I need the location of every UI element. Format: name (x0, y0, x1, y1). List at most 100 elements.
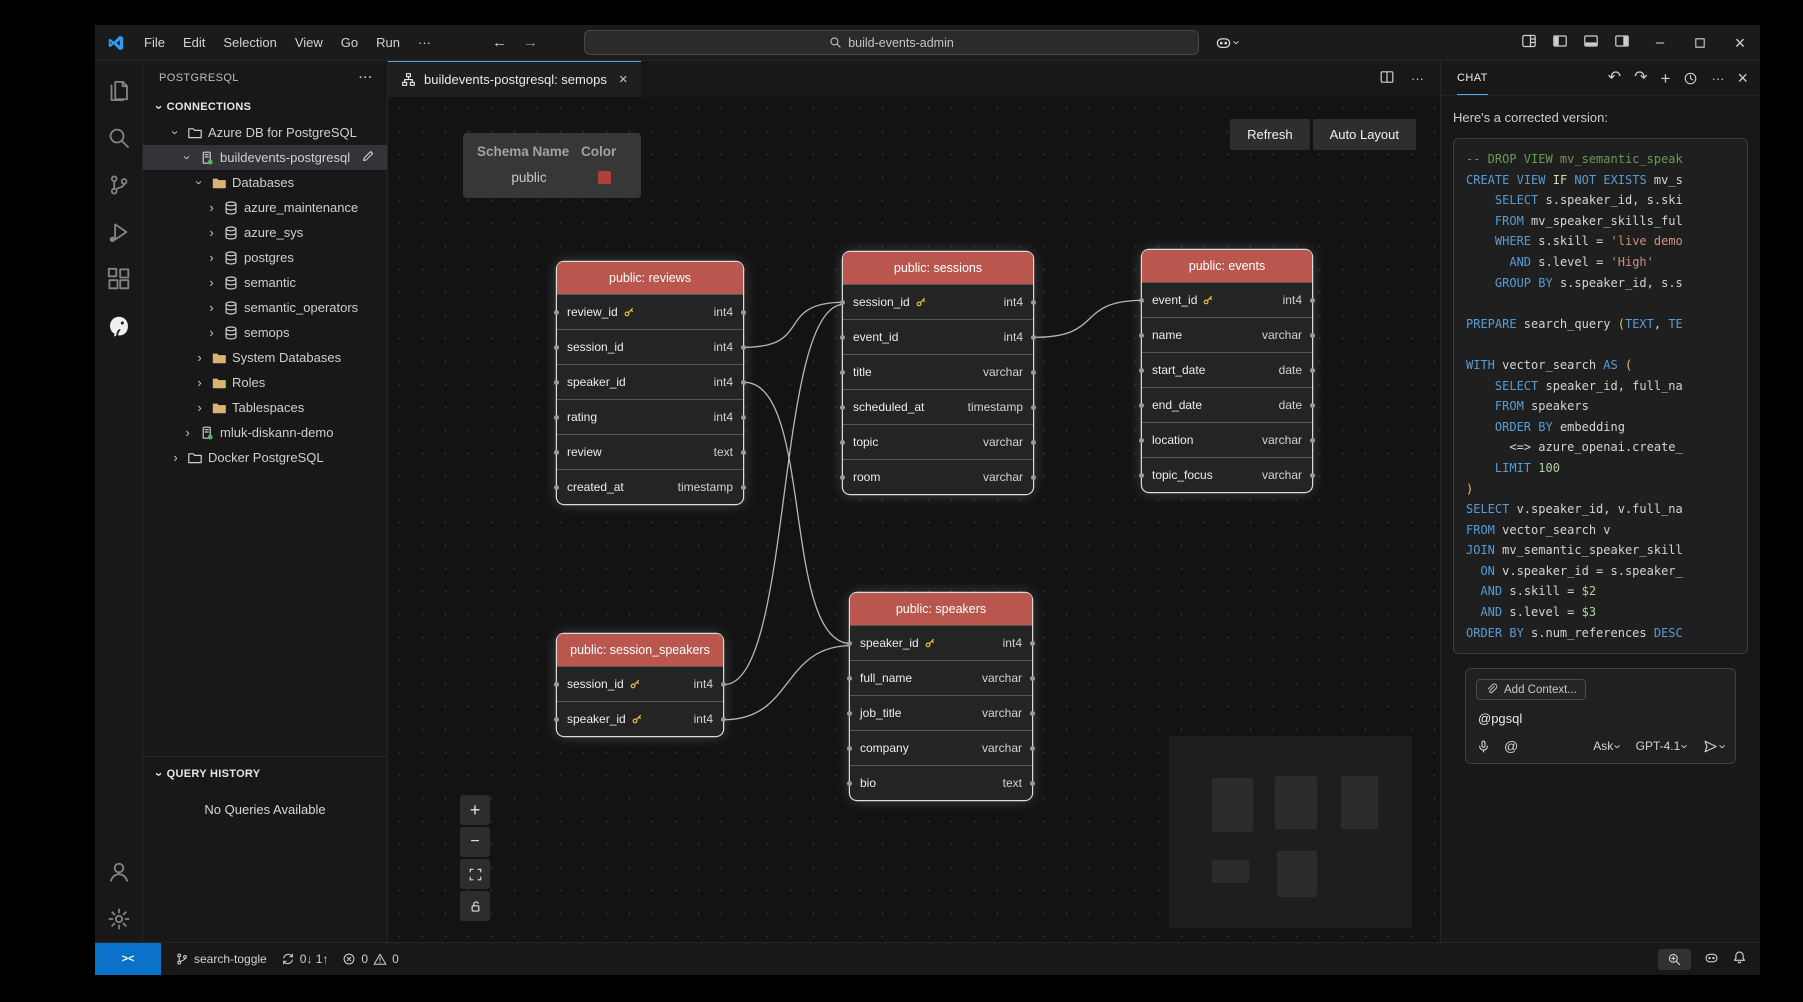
history-icon[interactable] (1683, 71, 1698, 86)
menu-view[interactable]: View (286, 31, 332, 54)
tree-item-semops[interactable]: ›semops (143, 320, 387, 345)
menu-selection[interactable]: Selection (214, 31, 285, 54)
connector-dot (1030, 781, 1035, 786)
mic-icon[interactable] (1476, 739, 1491, 754)
tree-item-postgres[interactable]: ›postgres (143, 245, 387, 270)
settings-icon[interactable] (95, 895, 143, 942)
lock-button[interactable] (460, 891, 490, 921)
tree-item-buildevents-postgresql[interactable]: ›buildevents-postgresql (143, 145, 387, 170)
new-chat-icon[interactable]: + (1661, 70, 1671, 87)
send-button[interactable]: › (1703, 739, 1725, 754)
copilot-menu[interactable]: › (1215, 34, 1239, 51)
menu-more-icon[interactable]: ··· (409, 31, 440, 54)
bell-button[interactable] (1732, 950, 1747, 968)
primary-key-icon (631, 713, 643, 725)
mode-dropdown[interactable]: Ask › (1593, 739, 1620, 753)
close-icon[interactable]: × (1737, 69, 1748, 87)
status-bar-right (1658, 949, 1760, 970)
table-field-full_name: full_namevarchar (850, 660, 1032, 695)
field-type: timestamp (678, 480, 733, 494)
menu-file[interactable]: File (135, 31, 174, 54)
minimap[interactable] (1169, 736, 1412, 928)
chevron-right-icon: › (205, 201, 218, 214)
copilot-button[interactable] (1704, 950, 1719, 968)
tree-item-system-databases[interactable]: ›System Databases (143, 345, 387, 370)
command-center-search[interactable]: build-events-admin (584, 30, 1199, 55)
folder-filled-icon (211, 350, 227, 366)
tab-chat[interactable]: CHAT (1457, 61, 1488, 95)
auto-layout-button[interactable]: Auto Layout (1313, 119, 1416, 150)
search-icon[interactable] (95, 114, 143, 161)
source-control-icon[interactable] (95, 161, 143, 208)
zoom-out-button[interactable]: − (460, 827, 490, 857)
menu-go[interactable]: Go (332, 31, 367, 54)
undo-icon[interactable]: ↶ (1608, 70, 1621, 86)
chevron-down-icon: › (1231, 40, 1244, 44)
account-icon[interactable] (95, 848, 143, 895)
section-query-history[interactable]: › QUERY HISTORY (143, 762, 387, 786)
extensions-icon[interactable] (95, 255, 143, 302)
sync-indicator[interactable]: 0↓ 1↑ (281, 952, 329, 966)
forward-button[interactable]: → (523, 34, 538, 51)
tree-item-databases[interactable]: ›Databases (143, 170, 387, 195)
more-icon[interactable]: ··· (1711, 72, 1724, 85)
close-button[interactable]: × (1720, 25, 1760, 61)
customize-layout-icon[interactable] (1521, 33, 1537, 52)
add-context-button[interactable]: Add Context... (1476, 679, 1586, 700)
back-button[interactable]: ← (492, 34, 507, 51)
remote-indicator[interactable]: >< (95, 943, 161, 975)
table-public-session-speakers[interactable]: public: session_speakerssession_idint4sp… (557, 634, 723, 736)
minimize-button[interactable]: – (1640, 25, 1680, 61)
tree-item-semantic-operators[interactable]: ›semantic_operators (143, 295, 387, 320)
table-public-reviews[interactable]: public: reviewsreview_idint4session_idin… (557, 262, 743, 504)
schema-canvas[interactable]: public: reviewsreview_idint4session_idin… (388, 97, 1440, 942)
problems-indicator[interactable]: 0 0 (342, 952, 398, 966)
redo-icon[interactable]: ↷ (1634, 70, 1647, 86)
more-icon[interactable]: ··· (1411, 70, 1424, 88)
field-name: name (1152, 328, 1182, 342)
tree-item-roles[interactable]: ›Roles (143, 370, 387, 395)
pencil-icon[interactable] (361, 149, 375, 166)
tree-item-docker-postgresql[interactable]: ›Docker PostgreSQL (143, 445, 387, 470)
history-nav: ← → (492, 34, 538, 51)
connector-dot (721, 682, 726, 687)
table-public-sessions[interactable]: public: sessionssession_idint4event_idin… (843, 252, 1033, 494)
chevron-down-icon: › (153, 105, 166, 110)
folder-icon (187, 125, 203, 141)
panel-left-icon[interactable] (1552, 33, 1568, 52)
tree-item-azure-db-for-postgresql[interactable]: ›Azure DB for PostgreSQL (143, 120, 387, 145)
zoom-in-button[interactable]: + (460, 795, 490, 825)
branch-indicator[interactable]: search-toggle (175, 952, 267, 966)
more-actions-button[interactable]: ··· (359, 72, 373, 84)
menu-run[interactable]: Run (367, 31, 409, 54)
table-public-speakers[interactable]: public: speakersspeaker_idint4full_namev… (850, 593, 1032, 800)
tree-item-azure-sys[interactable]: ›azure_sys (143, 220, 387, 245)
zoom-tool-button[interactable] (1658, 949, 1691, 970)
field-name: topic (853, 435, 878, 449)
connector-dot (847, 711, 852, 716)
close-tab-icon[interactable]: × (619, 71, 628, 88)
panel-bottom-icon[interactable] (1583, 33, 1599, 52)
tree-item-semantic[interactable]: ›semantic (143, 270, 387, 295)
tree-item-mluk-diskann-demo[interactable]: ›mluk-diskann-demo (143, 420, 387, 445)
menu-edit[interactable]: Edit (174, 31, 214, 54)
run-debug-icon[interactable] (95, 208, 143, 255)
maximize-button[interactable] (1680, 25, 1720, 61)
mention-icon[interactable]: @ (1504, 738, 1518, 754)
refresh-button[interactable]: Refresh (1230, 119, 1310, 150)
field-type: int4 (1003, 636, 1022, 650)
split-editor-icon[interactable] (1379, 69, 1395, 90)
chat-input-value[interactable]: @pgsql (1478, 711, 1723, 726)
chat-input-box[interactable]: Add Context... @pgsql @ Ask › GPT-4.1 (1465, 668, 1736, 764)
model-dropdown[interactable]: GPT-4.1 › (1636, 739, 1688, 753)
tab-schema-visualizer[interactable]: buildevents-postgresql: semops × (388, 61, 641, 97)
section-connections[interactable]: › CONNECTIONS (143, 95, 387, 119)
panel-right-icon[interactable] (1614, 33, 1630, 52)
chat-code-block: -- DROP VIEW mv_semantic_speak CREATE VI… (1453, 138, 1748, 654)
files-icon[interactable] (95, 67, 143, 114)
fit-view-button[interactable] (460, 859, 490, 889)
tree-item-azure-maintenance[interactable]: ›azure_maintenance (143, 195, 387, 220)
tree-item-tablespaces[interactable]: ›Tablespaces (143, 395, 387, 420)
postgresql-elephant-icon[interactable] (95, 302, 143, 349)
table-public-events[interactable]: public: eventsevent_idint4namevarcharsta… (1142, 250, 1312, 492)
